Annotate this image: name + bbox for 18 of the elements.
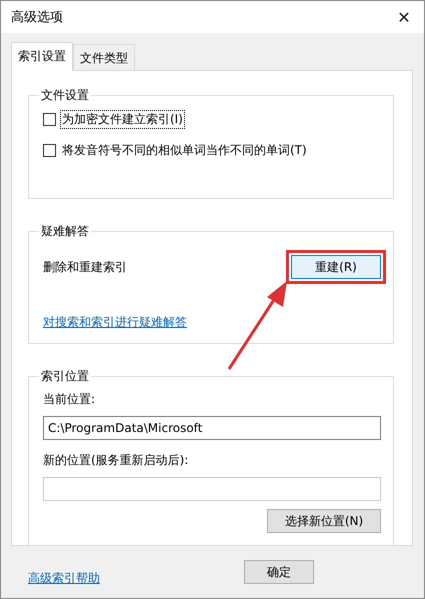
tab[interactable]: 文件类型 [73,44,135,71]
help-link[interactable]: 高级索引帮助 [28,570,100,587]
rebuild-button[interactable]: 重建(R) [291,255,381,279]
group-title: 索引位置 [40,368,90,385]
window-title: 高级选项 [11,9,63,26]
field-label: 新的位置(服务重新启动后): [43,452,190,469]
close-button[interactable]: ✕ [384,1,424,33]
group-title: 文件设置 [40,87,90,104]
troubleshoot-link[interactable]: 对搜索和索引进行疑难解答 [43,314,187,331]
tab[interactable]: 索引设置 [11,42,73,71]
choose-location-button[interactable]: 选择新位置(N) [267,509,381,533]
group-title: 疑难解答 [40,223,90,240]
field-label: 当前位置: [43,391,96,408]
input-field[interactable]: C:\ProgramData\Microsoft [43,416,381,440]
description-text: 删除和重建索引 [43,258,127,276]
checkbox-label: 为加密文件建立索引(I) [60,110,185,129]
checkbox-label: 将发音符号不同的相似单词当作不同的单词(T) [61,142,308,159]
ok-button[interactable]: 确定 [244,560,314,584]
